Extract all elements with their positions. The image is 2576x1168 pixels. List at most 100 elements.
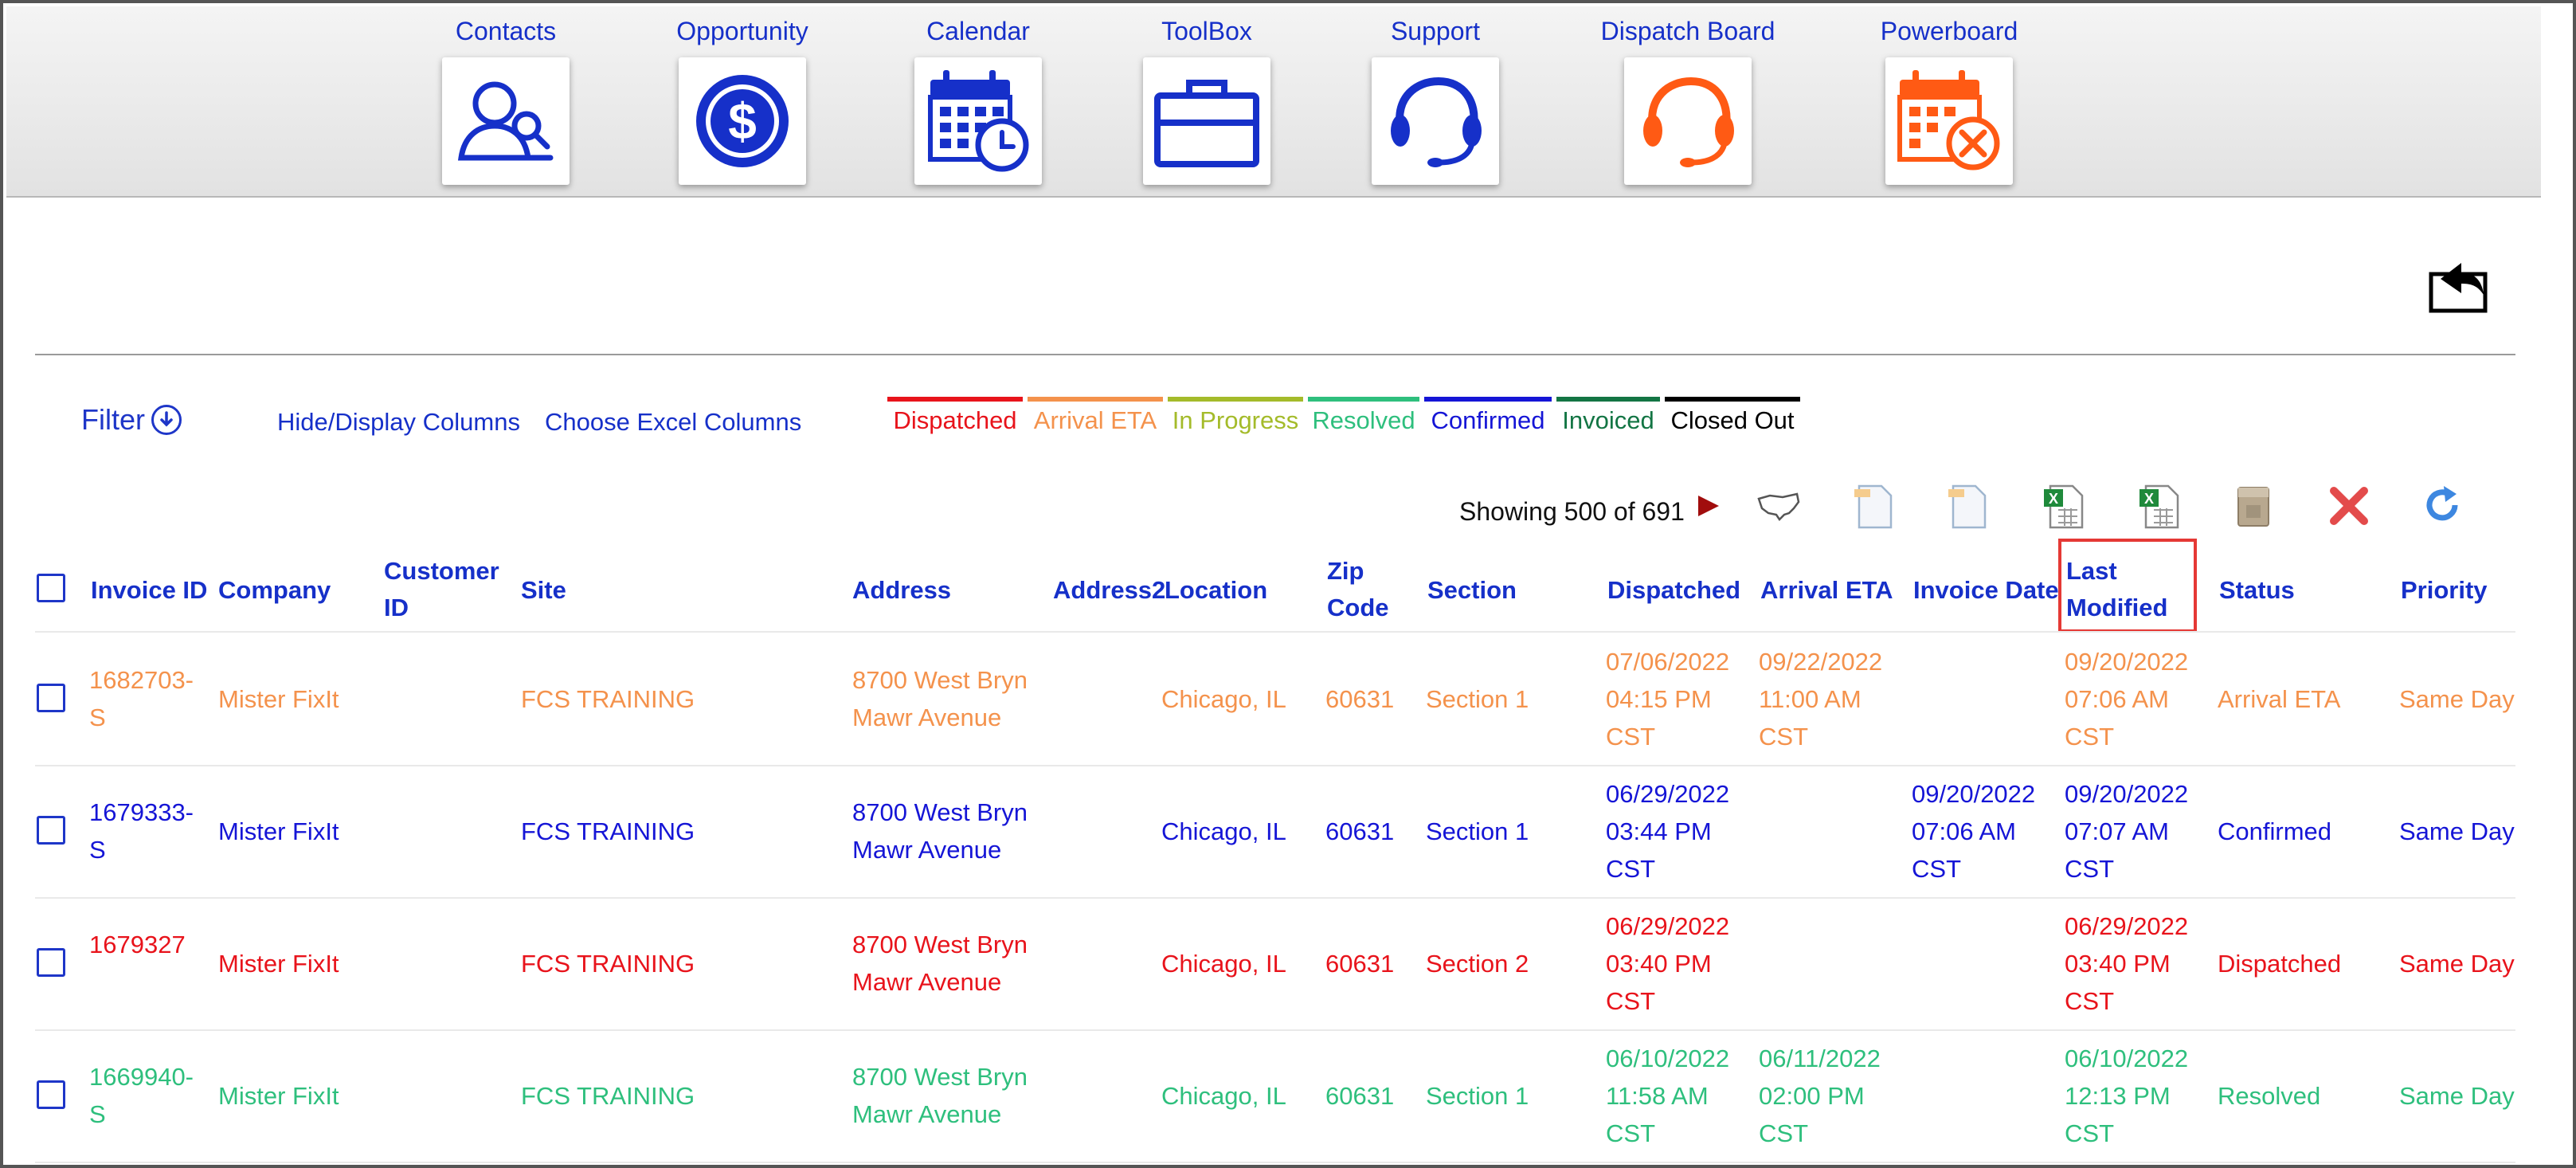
col-address[interactable]: Address <box>852 572 951 609</box>
calendar-clock-icon[interactable] <box>914 57 1042 185</box>
cell-status: Resolved <box>2218 1081 2321 1110</box>
nav-label: Opportunity <box>676 17 808 45</box>
col-invoice-id[interactable]: Invoice ID <box>91 572 207 609</box>
headset-orange-icon[interactable] <box>1624 57 1752 185</box>
cell-dispatched: 07/06/2022 04:15 PM CST <box>1606 647 1730 751</box>
cell-section: Section 1 <box>1426 684 1529 713</box>
col-invoice-date[interactable]: Invoice Date <box>1913 572 2059 609</box>
cell-priority: Same Day <box>2399 949 2515 978</box>
cell-last-modified: 06/10/2022 12:13 PM CST <box>2065 1044 2189 1147</box>
filter-button[interactable]: Filter <box>81 403 182 437</box>
dollar-icon[interactable]: $ <box>679 57 806 185</box>
next-page-icon[interactable] <box>1684 481 1733 531</box>
nav-label: Support <box>1390 17 1481 45</box>
legend-resolved: Resolved <box>1308 397 1419 441</box>
col-zip-code[interactable]: Zip Code <box>1327 553 1407 626</box>
top-nav: Contacts Opportunity $ Calendar ToolBox … <box>6 6 2541 198</box>
nav-calendar[interactable]: Calendar <box>887 13 1070 185</box>
nav-dispatch-board[interactable]: Dispatch Board <box>1596 13 1779 185</box>
nav-opportunity[interactable]: Opportunity $ <box>651 13 834 185</box>
delete-icon[interactable] <box>2324 481 2374 531</box>
contacts-icon[interactable] <box>442 57 570 185</box>
cell-site: FCS TRAINING <box>521 949 695 978</box>
hide-display-columns-link[interactable]: Hide/Display Columns <box>277 408 520 437</box>
excel-export-icon[interactable]: X <box>2039 481 2089 531</box>
col-priority[interactable]: Priority <box>2401 572 2488 609</box>
choose-excel-columns-link[interactable]: Choose Excel Columns <box>545 408 801 437</box>
legend-closed-out: Closed Out <box>1665 397 1800 441</box>
row-divider <box>35 897 2515 899</box>
select-all-checkbox[interactable] <box>37 574 65 602</box>
briefcase-icon[interactable] <box>1143 57 1270 185</box>
svg-text:X: X <box>2144 491 2154 507</box>
row-divider <box>35 1162 2515 1163</box>
row-checkbox[interactable] <box>37 1080 65 1109</box>
cell-section: Section 2 <box>1426 949 1529 978</box>
row-divider <box>35 765 2515 766</box>
cell-zip-code: 60631 <box>1325 1081 1395 1110</box>
cell-address: 8700 West Bryn Mawr Avenue <box>852 1063 1028 1128</box>
divider <box>35 354 2515 355</box>
row-checkbox[interactable] <box>37 816 65 845</box>
col-status[interactable]: Status <box>2219 572 2295 609</box>
cell-last-modified: 09/20/2022 07:06 AM CST <box>2065 647 2189 751</box>
col-dispatched[interactable]: Dispatched <box>1607 572 1740 609</box>
cell-status: Arrival ETA <box>2218 684 2341 713</box>
archive-icon[interactable] <box>2229 481 2278 531</box>
nav-label: Calendar <box>926 17 1030 45</box>
col-site[interactable]: Site <box>521 572 566 609</box>
cell-location: Chicago, IL <box>1161 684 1286 713</box>
cell-address: 8700 West Bryn Mawr Avenue <box>852 666 1028 731</box>
chevron-down-circle-icon <box>151 405 182 435</box>
col-company[interactable]: Company <box>218 572 331 609</box>
col-customer-id[interactable]: Customer ID <box>384 553 511 626</box>
svg-text:X: X <box>2049 491 2058 507</box>
cell-section: Section 1 <box>1426 817 1529 845</box>
refresh-icon[interactable] <box>2418 481 2468 531</box>
app-window: Contacts Opportunity $ Calendar ToolBox … <box>0 0 2576 1168</box>
svg-text:$: $ <box>728 92 757 150</box>
back-arrow-icon[interactable] <box>2425 255 2492 316</box>
cell-company: Mister FixIt <box>218 684 339 713</box>
col-arrival-eta[interactable]: Arrival ETA <box>1760 572 1893 609</box>
cell-invoice-date: 09/20/2022 07:06 AM CST <box>1912 779 2036 883</box>
cell-invoice-id[interactable]: 1679333-S <box>89 794 209 868</box>
cell-invoice-id[interactable]: 1669940-S <box>89 1058 209 1133</box>
document-icon[interactable] <box>1850 481 1899 531</box>
col-address2[interactable]: Address2 <box>1053 572 1165 609</box>
document-alt-icon[interactable] <box>1944 481 1993 531</box>
us-map-icon[interactable] <box>1754 481 1803 531</box>
excel-columns-icon[interactable]: X <box>2135 481 2184 531</box>
nav-label: Powerboard <box>1880 17 2018 45</box>
nav-toolbox[interactable]: ToolBox <box>1115 13 1298 185</box>
col-section[interactable]: Section <box>1427 572 1517 609</box>
legend-dispatched: Dispatched <box>887 397 1023 441</box>
cell-last-modified: 09/20/2022 07:07 AM CST <box>2065 779 2189 883</box>
cell-invoice-id[interactable]: 1679327 <box>89 926 209 963</box>
nav-label: ToolBox <box>1161 17 1252 45</box>
row-checkbox[interactable] <box>37 948 65 977</box>
cell-address: 8700 West Bryn Mawr Avenue <box>852 798 1028 864</box>
row-checkbox[interactable] <box>37 684 65 712</box>
nav-contacts[interactable]: Contacts <box>414 13 597 185</box>
cell-location: Chicago, IL <box>1161 817 1286 845</box>
nav-powerboard[interactable]: Powerboard <box>1858 13 2041 185</box>
cell-site: FCS TRAINING <box>521 684 695 713</box>
scroll-gutter <box>2541 6 2573 1165</box>
cell-invoice-id[interactable]: 1682703-S <box>89 661 209 736</box>
showing-count: Showing 500 of 691 <box>1459 497 1685 526</box>
cell-zip-code: 60631 <box>1325 817 1395 845</box>
cell-priority: Same Day <box>2399 684 2515 713</box>
cell-section: Section 1 <box>1426 1081 1529 1110</box>
headset-icon[interactable] <box>1372 57 1499 185</box>
cell-site: FCS TRAINING <box>521 817 695 845</box>
cell-site: FCS TRAINING <box>521 1081 695 1110</box>
legend-confirmed: Confirmed <box>1424 397 1552 441</box>
row-divider <box>35 1029 2515 1031</box>
cell-arrival-eta: 06/11/2022 02:00 PM CST <box>1759 1044 1881 1147</box>
nav-support[interactable]: Support <box>1344 13 1527 185</box>
cell-dispatched: 06/10/2022 11:58 AM CST <box>1606 1044 1730 1147</box>
col-location[interactable]: Location <box>1165 572 1267 609</box>
calendar-tools-icon[interactable] <box>1885 57 2013 185</box>
cell-location: Chicago, IL <box>1161 1081 1286 1110</box>
